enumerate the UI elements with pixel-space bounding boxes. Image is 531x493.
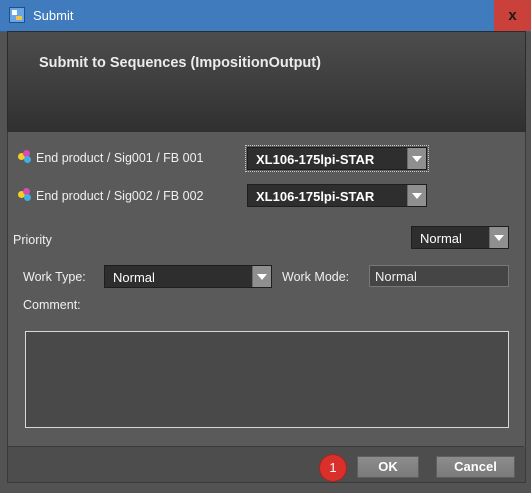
submit-dialog: Submit x Submit to Sequences (Imposition… [0,0,531,493]
close-button[interactable]: x [494,0,531,31]
cancel-button[interactable]: Cancel [436,456,515,478]
product-output-value-2: XL106-175lpi-STAR [256,189,375,204]
dialog-content: End product / Sig001 / FB 001 XL106-175l… [7,132,526,446]
product-output-select-1[interactable]: XL106-175lpi-STAR [245,145,429,172]
title-bar[interactable]: Submit x [0,0,531,32]
comment-textarea[interactable] [25,331,509,428]
work-mode-value: Normal [375,269,417,284]
work-type-label: Work Type: [23,270,86,284]
chevron-down-icon[interactable] [252,266,271,287]
product-label-2: End product / Sig002 / FB 002 [36,189,204,203]
window-title: Submit [33,8,74,23]
chevron-down-icon[interactable] [407,148,426,169]
product-output-value-1: XL106-175lpi-STAR [256,152,375,167]
app-icon [9,7,25,23]
priority-select[interactable]: Normal [411,226,509,249]
comment-label: Comment: [23,298,81,312]
dialog-header: Submit to Sequences (ImpositionOutput) [7,31,526,133]
chevron-down-icon[interactable] [489,227,508,248]
color-palette-icon [18,188,32,202]
work-type-value: Normal [113,270,155,285]
product-label-1: End product / Sig001 / FB 001 [36,151,204,165]
ok-button[interactable]: OK [357,456,419,478]
button-bar: OK Cancel [7,447,526,483]
work-mode-field[interactable]: Normal [369,265,509,287]
priority-value: Normal [420,231,462,246]
work-type-select[interactable]: Normal [104,265,272,288]
chevron-down-icon[interactable] [407,185,426,206]
priority-label: Priority [13,233,52,247]
header-title: Submit to Sequences (ImpositionOutput) [39,55,321,71]
step-badge: 1 [320,455,346,481]
work-mode-label: Work Mode: [282,270,350,284]
product-output-select-2[interactable]: XL106-175lpi-STAR [247,184,427,207]
color-palette-icon [18,150,32,164]
